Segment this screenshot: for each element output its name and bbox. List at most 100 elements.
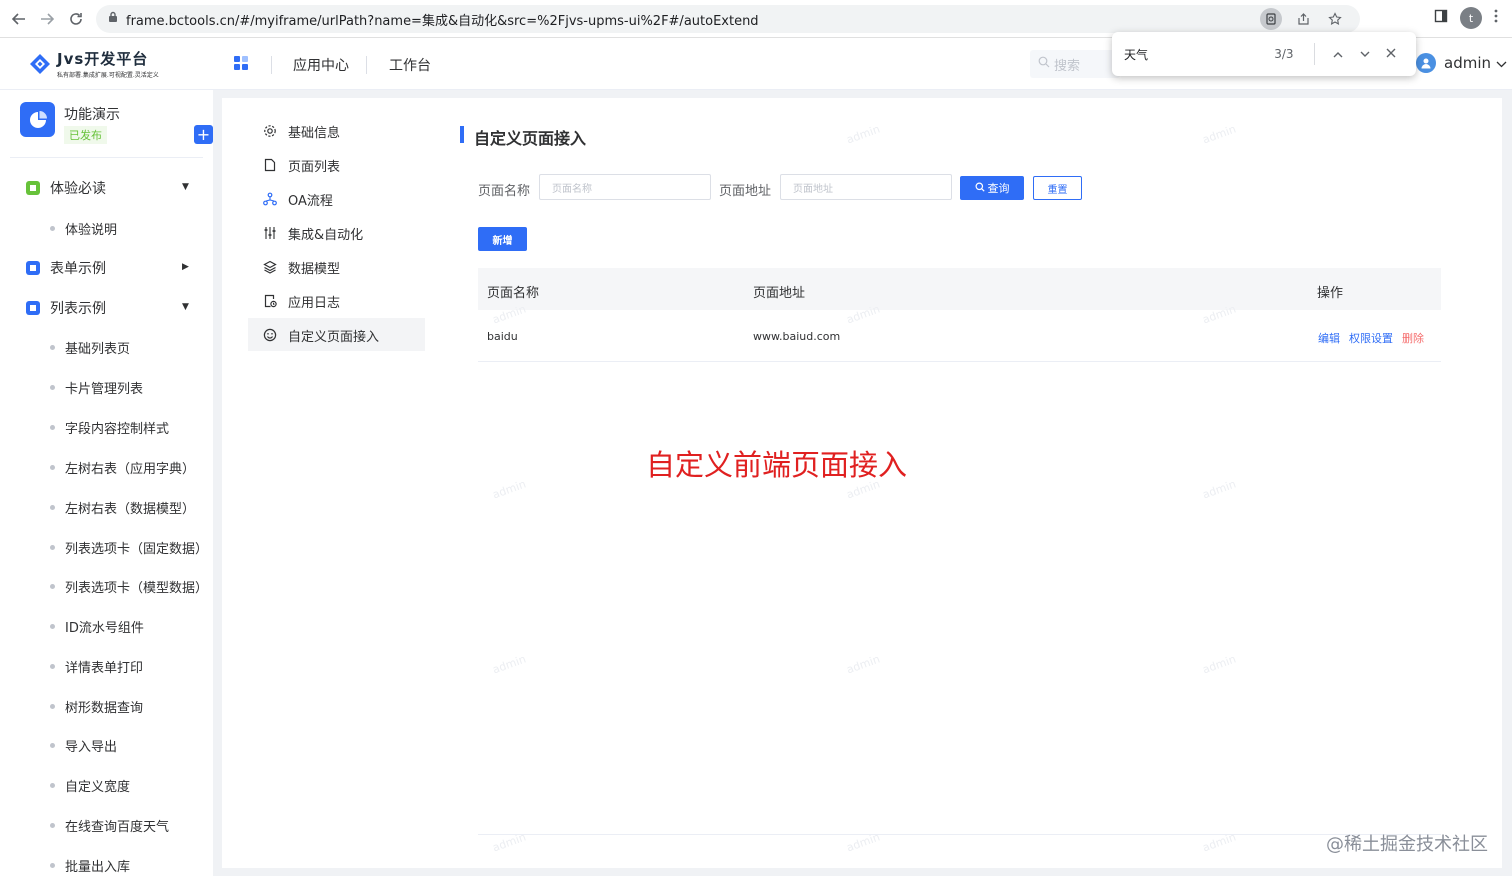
header-search-input[interactable]: 搜索: [1030, 50, 1120, 78]
subnav-data-model[interactable]: 数据模型: [262, 250, 340, 284]
sidebar-group-label: 体验必读: [50, 181, 106, 197]
divider: [478, 834, 1441, 835]
column-header: 页面地址: [753, 286, 806, 301]
address-bar[interactable]: frame.bctools.cn/#/myiframe/urlPath?name…: [96, 5, 1360, 33]
subnav-page-list[interactable]: 页面列表: [262, 148, 340, 182]
find-match-count: 3/3: [1274, 47, 1294, 61]
sidebar-group-lists[interactable]: 列表示例: [26, 298, 106, 318]
sidebar-item[interactable]: 左树右表（数据模型）: [50, 498, 195, 517]
search-icon: [975, 182, 985, 195]
nav-app-center[interactable]: 应用中心: [293, 55, 349, 75]
logo-icon: [30, 53, 50, 74]
subnav-custom-page[interactable]: 自定义页面接入: [262, 318, 379, 352]
page-name-input[interactable]: 页面名称: [539, 174, 711, 200]
sidebar-item-label: 列表选项卡（模型数据）: [65, 581, 209, 596]
column-header: 页面名称: [487, 286, 540, 301]
caret-down-icon[interactable]: ▼: [182, 302, 189, 312]
url-text: frame.bctools.cn/#/myiframe/urlPath?name…: [126, 13, 759, 29]
sliders-icon: [262, 225, 278, 241]
divider: [271, 56, 272, 74]
side-panel-icon[interactable]: [1434, 9, 1448, 27]
edit-link[interactable]: 编辑: [1318, 330, 1340, 346]
log-icon: [262, 293, 278, 309]
add-new-button[interactable]: 新增: [478, 227, 527, 251]
reset-button[interactable]: 重置: [1033, 176, 1082, 200]
add-button[interactable]: +: [194, 125, 213, 144]
profile-avatar[interactable]: t: [1460, 7, 1482, 29]
subnav-app-log[interactable]: 应用日志: [262, 284, 340, 318]
app-card[interactable]: 功能演示 已发布 +: [20, 102, 213, 144]
header-search-placeholder: 搜索: [1054, 58, 1081, 74]
logo[interactable]: Jvs开发平台 私有部署.集成扩展.可视配置.灵活定义: [28, 48, 159, 79]
delete-link[interactable]: 删除: [1402, 330, 1424, 346]
find-previous-icon[interactable]: [1325, 47, 1351, 62]
watermark: admin: [844, 122, 882, 147]
sidebar-item-label: ID流水号组件: [65, 621, 144, 636]
share-icon[interactable]: [1292, 8, 1314, 30]
sidebar-item[interactable]: 体验说明: [50, 219, 117, 238]
gear-icon: [262, 123, 278, 139]
translate-icon[interactable]: [1260, 8, 1282, 30]
sidebar-item[interactable]: 列表选项卡（固定数据）: [50, 538, 208, 557]
close-icon[interactable]: [1378, 47, 1404, 62]
chevron-down-icon: [1496, 54, 1507, 72]
sidebar-group-forms[interactable]: 表单示例: [26, 258, 106, 278]
subnav-label: 基础信息: [288, 125, 341, 141]
sidebar-item[interactable]: ID流水号组件: [50, 617, 144, 636]
form-icon: [26, 261, 40, 275]
main-panel: 基础信息 页面列表 OA流程 集成&自动化 数据模型 应用日志 自定义页面接入 …: [222, 98, 1502, 868]
page-address-input[interactable]: 页面地址: [780, 174, 952, 200]
sidebar-item[interactable]: 在线查询百度天气: [50, 816, 169, 835]
subnav-integration[interactable]: 集成&自动化: [262, 216, 363, 250]
sidebar-item[interactable]: 列表选项卡（模型数据）: [50, 577, 208, 596]
title-accent-bar: [460, 126, 464, 143]
find-next-icon[interactable]: [1351, 47, 1377, 62]
sidebar-item[interactable]: 导入导出: [50, 736, 117, 755]
flow-icon: [262, 191, 278, 207]
kebab-menu-icon[interactable]: [1494, 9, 1498, 27]
back-icon[interactable]: [5, 5, 33, 33]
logo-subtitle: 私有部署.集成扩展.可视配置.灵活定义: [57, 72, 159, 79]
sidebar-group-experience[interactable]: 体验必读: [26, 178, 106, 198]
sidebar-item[interactable]: 批量出入库: [50, 856, 130, 875]
sidebar-item-label: 自定义宽度: [65, 780, 131, 795]
sidebar-item[interactable]: 基础列表页: [50, 338, 130, 357]
subnav-label: 自定义页面接入: [288, 329, 380, 345]
logo-title: Jvs开发平台: [57, 50, 149, 68]
sidebar-item[interactable]: 详情表单打印: [50, 657, 143, 676]
caret-down-icon[interactable]: ▼: [182, 182, 189, 192]
apps-grid-icon[interactable]: [233, 55, 249, 75]
sidebar-item[interactable]: 卡片管理列表: [50, 378, 143, 397]
sidebar-item-label: 左树右表（数据模型）: [65, 502, 196, 517]
sidebar-item[interactable]: 字段内容控制样式: [50, 418, 169, 437]
query-button[interactable]: 查询: [960, 176, 1024, 200]
query-button-label: 查询: [987, 182, 1010, 195]
subnav-basic-info[interactable]: 基础信息: [262, 114, 340, 148]
sidebar-item[interactable]: 左树右表（应用字典）: [50, 458, 195, 477]
sidebar-item[interactable]: 自定义宽度: [50, 776, 130, 795]
subnav-label: 数据模型: [288, 261, 341, 277]
reload-icon[interactable]: [62, 5, 90, 33]
forward-icon[interactable]: [33, 5, 61, 33]
user-avatar-icon[interactable]: [1416, 53, 1436, 73]
find-input[interactable]: 天气: [1124, 46, 1274, 63]
subnav-label: 页面列表: [288, 159, 341, 175]
sidebar-item-label: 左树右表（应用字典）: [65, 462, 196, 477]
caret-right-icon[interactable]: ▶: [182, 262, 189, 272]
subnav-oa-flow[interactable]: OA流程: [262, 182, 333, 216]
nav-workbench[interactable]: 工作台: [389, 55, 431, 75]
watermark: admin: [1200, 652, 1238, 677]
sidebar-item[interactable]: 树形数据查询: [50, 697, 143, 716]
permission-settings-link[interactable]: 权限设置: [1349, 330, 1393, 346]
sidebar-item-label: 基础列表页: [65, 342, 131, 357]
sidebar-group-label: 列表示例: [50, 301, 106, 317]
subnav-label: 应用日志: [288, 295, 341, 311]
smile-icon: [262, 327, 278, 343]
watermark: admin: [490, 477, 528, 502]
sidebar-item-label: 列表选项卡（固定数据）: [65, 542, 209, 557]
bookmark-star-icon[interactable]: [1324, 8, 1346, 30]
annotation-text: 自定义前端页面接入: [646, 448, 908, 482]
user-menu[interactable]: admin: [1444, 54, 1507, 72]
document-icon: [262, 157, 278, 173]
sidebar-item-label: 树形数据查询: [65, 701, 144, 716]
